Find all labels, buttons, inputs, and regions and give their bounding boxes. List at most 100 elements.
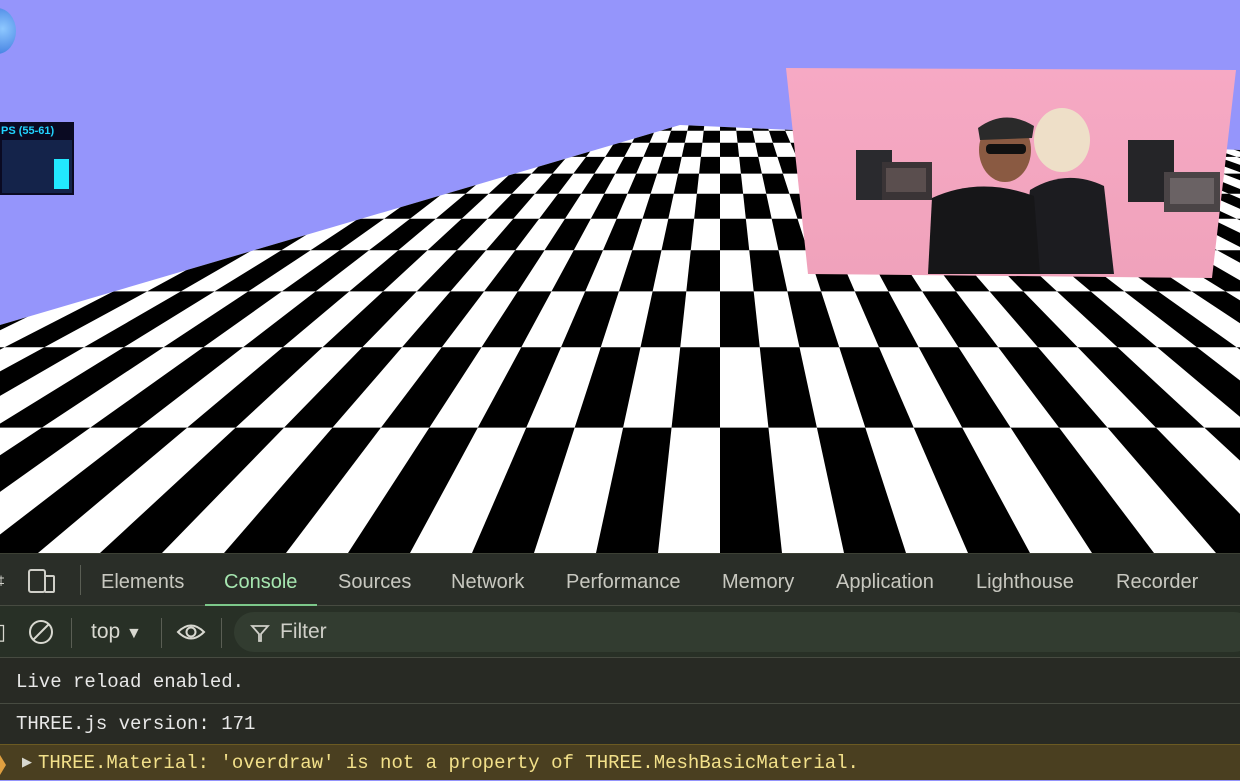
floor-tile <box>562 54 576 57</box>
floor-tile <box>1025 85 1053 91</box>
floor-tile <box>655 45 664 47</box>
tab-elements[interactable]: Elements <box>101 554 184 606</box>
floor-tile <box>446 85 471 91</box>
console-warning-text: THREE.Material: 'overdraw' is not a prop… <box>38 752 859 774</box>
fps-stats-panel[interactable]: PS (55-61) <box>0 122 74 195</box>
floor-tile <box>570 47 582 49</box>
floor-tile <box>1047 111 1085 120</box>
floor-tile <box>296 120 340 130</box>
floor-tile <box>798 52 809 55</box>
floor-tile <box>686 250 720 291</box>
floor-tile <box>776 54 786 57</box>
floor-tile <box>750 120 769 130</box>
floor-tile <box>407 103 439 111</box>
floor-tile <box>792 63 804 67</box>
floor-tile <box>987 103 1018 111</box>
floor-tile <box>520 96 544 103</box>
floor-tile <box>879 47 892 49</box>
floor-tile <box>628 54 639 57</box>
floor-tile <box>555 47 568 49</box>
floor-tile <box>436 67 457 71</box>
floor-tile <box>903 57 919 60</box>
floor-tile <box>954 63 973 67</box>
floor-tile <box>786 67 799 71</box>
floor-tile <box>600 96 619 103</box>
floor-tile <box>492 120 523 130</box>
floor-tile <box>958 85 983 91</box>
floor-tile <box>413 96 443 103</box>
floor-tile <box>672 52 681 55</box>
floor-tile <box>887 57 902 60</box>
floor-tile <box>608 43 618 45</box>
console-message[interactable]: Live reload enabled. <box>0 662 1240 702</box>
filter-input[interactable] <box>234 612 1240 652</box>
floor-tile <box>526 131 557 143</box>
tab-console[interactable]: Console <box>224 554 297 606</box>
floor-tile <box>849 79 867 84</box>
floor-tile <box>915 75 935 80</box>
floor-tile <box>778 47 787 49</box>
floor-tile <box>1000 79 1026 84</box>
floor-tile <box>919 60 936 63</box>
tab-performance[interactable]: Performance <box>566 554 681 606</box>
floor-tile <box>863 90 884 96</box>
floor-tile <box>937 54 953 57</box>
floor-tile <box>720 43 727 45</box>
expand-triangle-icon[interactable]: ▶ <box>22 745 32 781</box>
floor-tile <box>955 67 975 71</box>
floor-tile <box>810 63 823 67</box>
floor-tile <box>937 57 954 60</box>
floor-tile <box>475 67 495 71</box>
floor-tile <box>293 103 332 111</box>
floor-tile <box>958 90 984 96</box>
floor-tile <box>408 75 433 80</box>
floor-tile <box>892 49 906 51</box>
floor-tile <box>922 49 937 51</box>
floor-tile <box>985 96 1014 103</box>
floor-tile <box>0 219 74 251</box>
live-expression-eye-icon[interactable] <box>176 606 206 658</box>
floor-tile <box>514 67 532 71</box>
floor-tile <box>1030 90 1060 96</box>
floor-tile <box>448 79 472 84</box>
device-toolbar-icon[interactable] <box>26 568 56 600</box>
floor-tile <box>908 47 922 49</box>
floor-tile <box>935 90 960 96</box>
floor-tile <box>279 111 322 120</box>
floor-tile <box>398 85 426 91</box>
tab-sources[interactable]: Sources <box>338 554 411 606</box>
console-message[interactable]: THREE.js version: 171 <box>0 703 1240 743</box>
floor-tile <box>678 43 686 45</box>
floor-tile <box>720 63 729 67</box>
floor-tile <box>876 111 902 120</box>
tab-recorder[interactable]: Recorder <box>1116 554 1198 606</box>
floor-tile <box>737 57 746 60</box>
floor-tile <box>833 60 847 63</box>
floor-tile <box>829 43 839 45</box>
floor-tile <box>697 79 709 84</box>
floor-tile <box>588 49 600 51</box>
tab-memory[interactable]: Memory <box>722 554 794 606</box>
console-warning[interactable]: ▶ THREE.Material: 'overdraw' is not a pr… <box>0 744 1240 780</box>
floor-tile <box>871 79 890 84</box>
sidebar-toggle-icon[interactable]: ▯ <box>0 606 6 658</box>
clear-console-icon[interactable] <box>28 606 54 658</box>
floor-tile <box>495 54 511 57</box>
tab-application[interactable]: Application <box>836 554 934 606</box>
tab-lighthouse[interactable]: Lighthouse <box>976 554 1074 606</box>
floor-tile <box>872 120 900 130</box>
floor-tile <box>638 71 651 75</box>
floor-tile <box>767 67 779 71</box>
floor-tile <box>542 49 556 51</box>
tab-network[interactable]: Network <box>451 554 524 606</box>
floor-tile <box>992 67 1014 71</box>
floor-tile <box>538 43 550 45</box>
context-selector[interactable]: top ▼ <box>91 606 142 658</box>
floor-tile <box>528 54 543 57</box>
floor-tile <box>478 57 495 60</box>
floor-tile <box>0 194 72 219</box>
threejs-canvas[interactable]: PS (55-61) <box>0 0 1240 553</box>
floor-tile <box>655 120 675 130</box>
floor-tile <box>1054 90 1086 96</box>
inspect-element-icon[interactable]: ⌗ <box>0 568 4 594</box>
